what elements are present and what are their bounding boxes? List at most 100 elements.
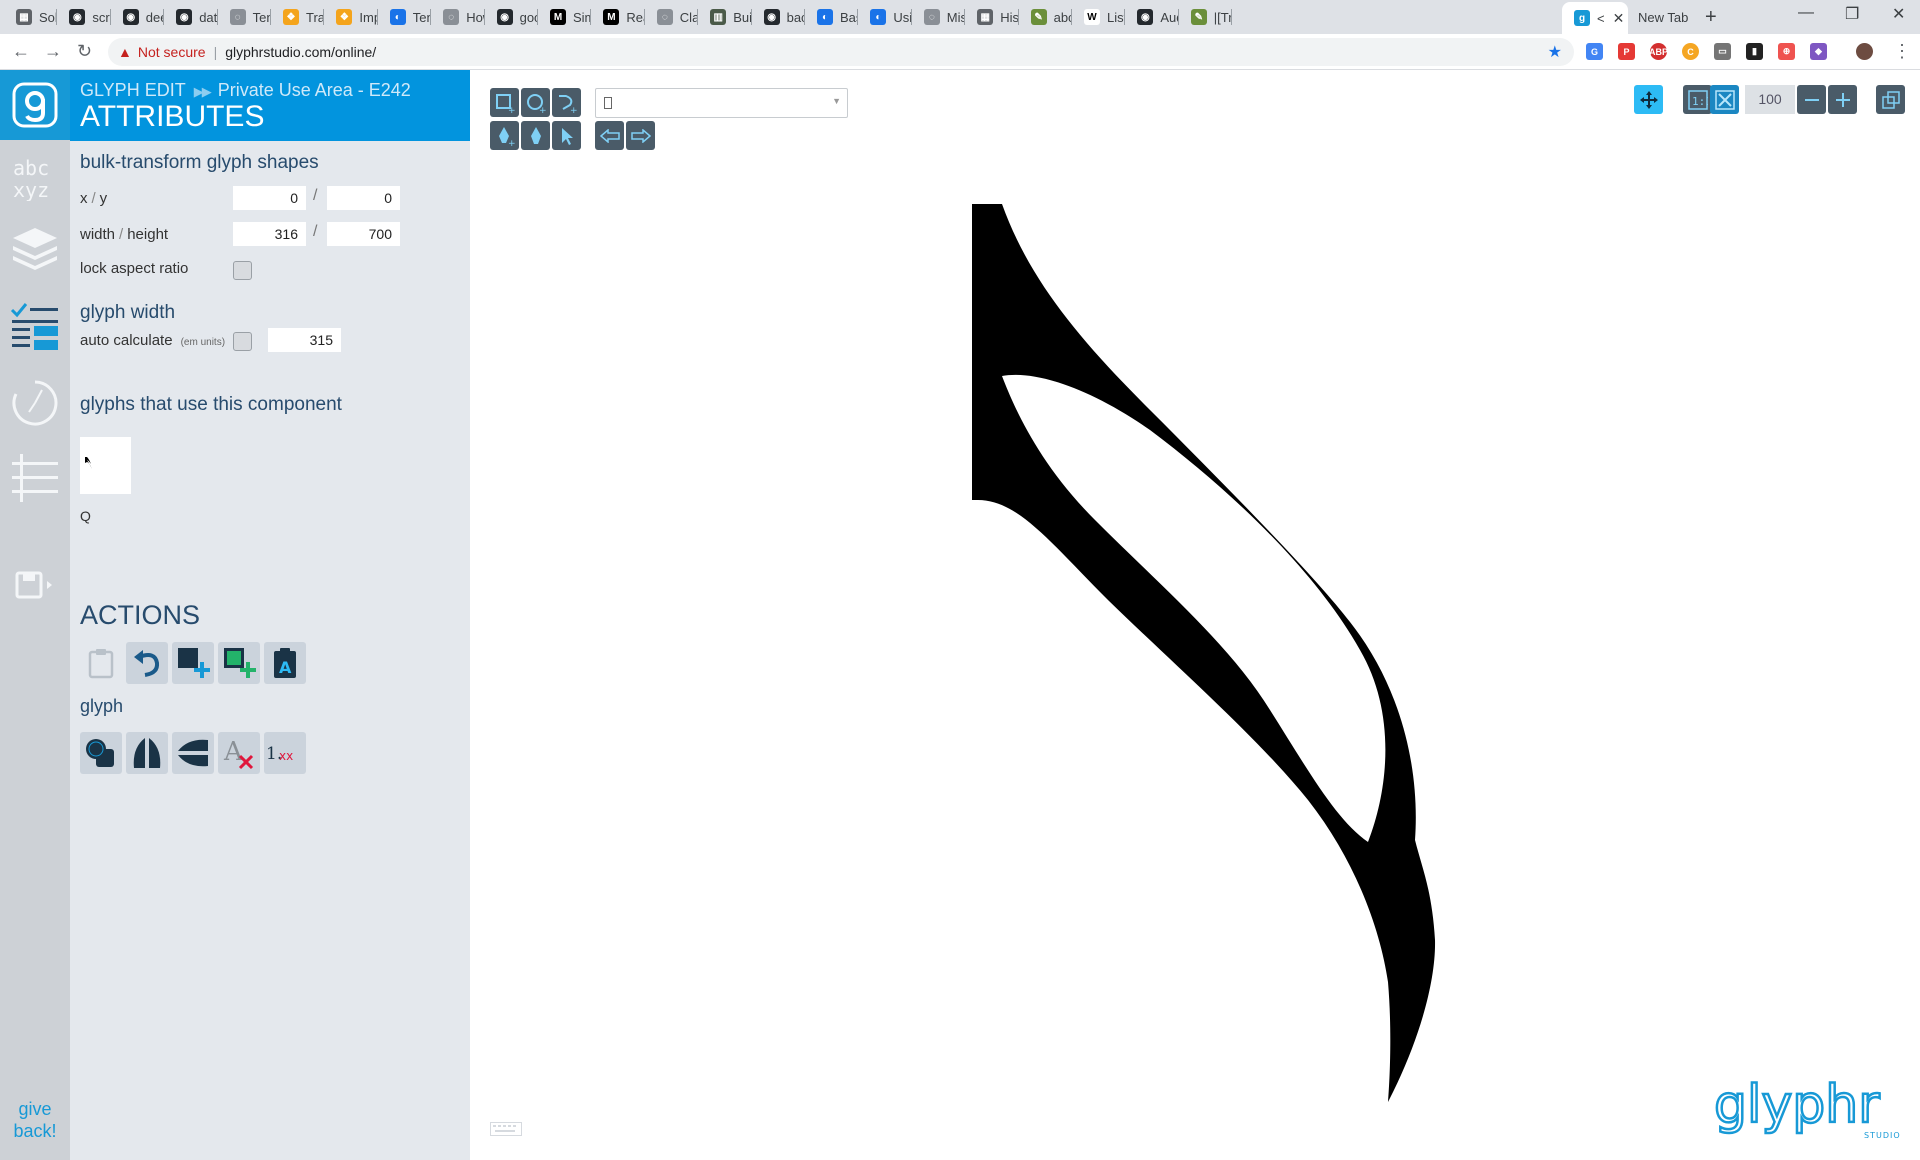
browser-tab[interactable]: ◐ Tens: [378, 4, 432, 30]
browser-tab[interactable]: ◌ Tens: [218, 4, 271, 30]
new-tab-plus-icon[interactable]: +: [1705, 6, 1717, 29]
bookmark-star-icon[interactable]: ★: [1548, 42, 1562, 62]
combine-shapes-button[interactable]: [80, 732, 122, 774]
add-shape-button[interactable]: [172, 642, 214, 684]
zoom-fit-button[interactable]: [1710, 85, 1739, 114]
adblock-extension-icon[interactable]: ABP: [1649, 43, 1668, 60]
menu-kebab-icon[interactable]: ⋮: [1893, 41, 1911, 62]
glyph-chooser-icon[interactable]: abc xyz: [7, 150, 63, 206]
browser-tab[interactable]: W List o: [1072, 4, 1126, 30]
close-tab-icon[interactable]: ✕: [1613, 10, 1625, 27]
bookmark-extension-icon[interactable]: ▮: [1746, 43, 1763, 60]
browser-tab[interactable]: ◉ bacti: [752, 4, 805, 30]
tab-new-tab[interactable]: New Tab: [1630, 4, 1696, 30]
previous-shape-button[interactable]: [595, 121, 624, 150]
browser-tab[interactable]: ✎ |[Trac: [1179, 4, 1233, 30]
rocket-extension-icon[interactable]: ◆: [1810, 43, 1827, 60]
height-input[interactable]: [327, 222, 400, 246]
shape-select-dropdown[interactable]: ▼: [595, 88, 848, 118]
browser-tab[interactable]: ▥ Build: [698, 4, 752, 30]
zoom-level-input[interactable]: 100: [1745, 85, 1795, 114]
y-input[interactable]: [327, 186, 400, 210]
browser-tab[interactable]: ◐ Using: [858, 4, 912, 30]
browser-tab[interactable]: ▦ Histo: [965, 4, 1019, 30]
zoom-1to1-button[interactable]: 1:1: [1683, 85, 1712, 114]
browser-tab[interactable]: ◉ scrap: [57, 4, 111, 30]
new-path-tool[interactable]: +: [552, 88, 581, 117]
path-icon: +: [558, 94, 577, 113]
tab-label: Class: [679, 9, 699, 25]
clear-glyph-button[interactable]: A: [218, 732, 260, 774]
address-bar[interactable]: ▲ Not secure | glyphrstudio.com/online/ …: [108, 38, 1574, 66]
reload-icon[interactable]: ↻: [77, 41, 92, 62]
save-disk-icon[interactable]: [7, 558, 63, 614]
chevron-down-icon: ▼: [832, 96, 841, 106]
glyph-width-input[interactable]: [268, 328, 341, 352]
component-user-thumbnail[interactable]: [80, 437, 131, 494]
layers-icon[interactable]: [7, 220, 63, 276]
pdf-extension-icon[interactable]: P: [1618, 43, 1635, 60]
svg-text:A: A: [279, 658, 292, 677]
auto-calculate-checkbox[interactable]: [233, 332, 252, 351]
breadcrumb-item: Private Use Area - E242: [217, 80, 411, 100]
history-clock-icon[interactable]: [7, 375, 63, 431]
pointer-tool[interactable]: [552, 121, 581, 150]
zoom-out-button[interactable]: [1797, 85, 1826, 114]
svg-text:+: +: [508, 106, 515, 113]
back-arrow-icon[interactable]: ←: [12, 41, 30, 62]
browser-tab[interactable]: M Realt: [591, 4, 645, 30]
profile-avatar-icon[interactable]: [1856, 43, 1873, 60]
browser-tab[interactable]: M Simp: [538, 4, 592, 30]
browser-tab[interactable]: ◌ Misc: [912, 4, 966, 30]
cart-extension-icon[interactable]: ⊕: [1778, 43, 1795, 60]
undo-button[interactable]: [126, 642, 168, 684]
tabs-extension-icon[interactable]: ▭: [1714, 43, 1731, 60]
browser-tab[interactable]: ◌ Class: [645, 4, 699, 30]
pen-tool[interactable]: [521, 121, 550, 150]
give-back-link[interactable]: give back!: [0, 1098, 70, 1142]
glyph-shape[interactable]: [972, 204, 1436, 1102]
tab-favicon-icon: ◉: [496, 9, 513, 25]
tab-label: Audi: [1160, 9, 1178, 25]
x-input[interactable]: [233, 186, 306, 210]
pen-plus-tool[interactable]: +: [490, 121, 519, 150]
flip-horizontal-button[interactable]: [126, 732, 168, 774]
window-close-icon[interactable]: ✕: [1892, 4, 1905, 24]
pan-tool[interactable]: [1634, 85, 1663, 114]
minimize-icon[interactable]: —: [1798, 4, 1814, 22]
edit-canvas[interactable]: + + + + ▼ 1: 100 glyphr STUDIO: [470, 70, 1920, 1160]
tab-favicon-icon: ◐: [389, 9, 406, 25]
browser-tab[interactable]: ◉ data-: [164, 4, 218, 30]
flip-vertical-button[interactable]: [172, 732, 214, 774]
attributes-icon[interactable]: [7, 298, 63, 354]
browser-tab[interactable]: ◉ deep: [111, 4, 165, 30]
guides-icon[interactable]: [7, 450, 63, 506]
new-rectangle-tool[interactable]: +: [490, 88, 519, 117]
browser-tab[interactable]: ❖ Impo: [324, 4, 378, 30]
keyboard-icon[interactable]: [490, 1122, 522, 1136]
paste-glyph-button[interactable]: A: [264, 642, 306, 684]
lock-aspect-checkbox[interactable]: [233, 261, 252, 280]
forward-arrow-icon[interactable]: →: [44, 41, 62, 62]
translate-extension-icon[interactable]: G: [1586, 43, 1603, 60]
browser-tab[interactable]: ◉ Audi: [1125, 4, 1179, 30]
breadcrumb-section[interactable]: GLYPH EDIT: [80, 80, 186, 100]
browser-tab[interactable]: ◐ Basic: [805, 4, 859, 30]
new-oval-tool[interactable]: +: [521, 88, 550, 117]
browser-tab[interactable]: ◉ goog: [485, 4, 538, 30]
width-input[interactable]: [233, 222, 306, 246]
glyphr-logo-button[interactable]: [0, 70, 70, 140]
browser-tab[interactable]: ◌ How: [431, 4, 485, 30]
add-component-button[interactable]: [218, 642, 260, 684]
browser-tab[interactable]: ▦ Solid: [4, 4, 58, 30]
next-shape-button[interactable]: [626, 121, 655, 150]
tab-glyphr-active[interactable]: g < ✕: [1562, 2, 1628, 34]
round-values-button[interactable]: 1. xx: [264, 732, 306, 774]
browser-tab[interactable]: ✎ abcs: [1019, 4, 1072, 30]
popout-button[interactable]: [1876, 85, 1905, 114]
paste-button[interactable]: [80, 642, 122, 684]
coupon-extension-icon[interactable]: C: [1682, 43, 1699, 60]
browser-tab[interactable]: ❖ Trans: [271, 4, 325, 30]
restore-icon[interactable]: ❐: [1845, 4, 1859, 24]
zoom-in-button[interactable]: [1828, 85, 1857, 114]
